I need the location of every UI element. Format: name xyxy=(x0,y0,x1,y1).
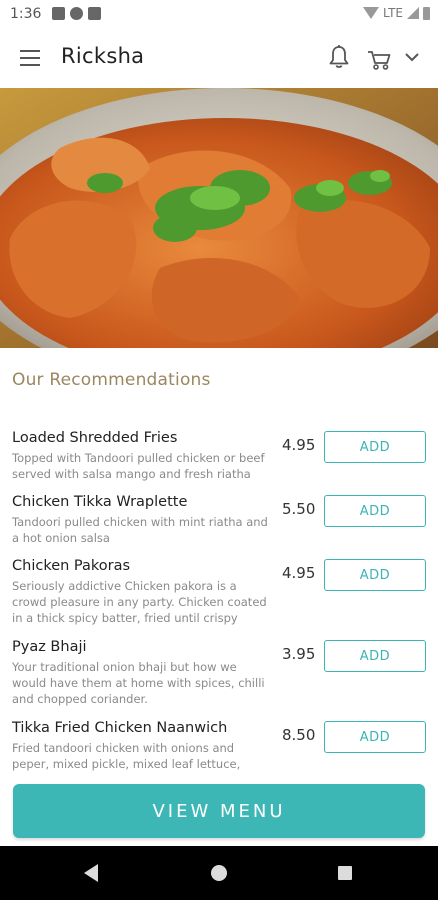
chevron-down-icon[interactable] xyxy=(404,50,420,64)
item-description: Seriously addictive Chicken pakora is a … xyxy=(12,579,267,625)
recommendations-list[interactable]: Loaded Shredded Fries Topped with Tandoo… xyxy=(0,428,438,776)
item-price: 3.95 xyxy=(282,645,316,663)
bell-icon[interactable] xyxy=(328,44,350,70)
system-nav-bar xyxy=(0,846,438,900)
signal-icon xyxy=(407,7,419,19)
add-button[interactable]: ADD xyxy=(324,495,426,527)
item-description: Fried tandoori chicken with onions and p… xyxy=(12,741,241,771)
add-button[interactable]: ADD xyxy=(324,640,426,672)
item-description: Topped with Tandoori pulled chicken or b… xyxy=(12,451,265,481)
gallery-notification-icon xyxy=(52,7,65,20)
sd-card-icon xyxy=(88,7,101,20)
app-bar: Ricksha xyxy=(0,30,438,88)
back-icon[interactable] xyxy=(84,864,98,882)
item-price: 4.95 xyxy=(282,436,316,454)
view-menu-button[interactable]: VIEW MENU xyxy=(13,784,425,838)
cart-icon[interactable] xyxy=(366,48,392,70)
item-description: Tandoori pulled chicken with mint riatha… xyxy=(12,515,268,545)
recents-icon[interactable] xyxy=(338,866,352,880)
section-title: Our Recommendations xyxy=(12,370,211,390)
item-price: 8.50 xyxy=(282,726,316,744)
app-title: Ricksha xyxy=(61,44,145,68)
item-price: 4.95 xyxy=(282,564,316,582)
item-price: 5.50 xyxy=(282,500,316,518)
status-bar: 1:36 LTE xyxy=(0,0,438,30)
hero-image xyxy=(0,88,438,348)
hamburger-icon[interactable] xyxy=(20,50,40,66)
item-description: Your traditional onion bhaji but how we … xyxy=(12,660,265,706)
app-notification-icon xyxy=(70,7,83,20)
add-button[interactable]: ADD xyxy=(324,431,426,463)
item-name: Chicken Pakoras xyxy=(12,558,131,574)
item-name: Tikka Fried Chicken Naanwich xyxy=(12,720,228,736)
home-icon[interactable] xyxy=(211,865,227,881)
item-name: Loaded Shredded Fries xyxy=(12,430,178,446)
system-status-icons: LTE xyxy=(363,6,430,20)
add-button[interactable]: ADD xyxy=(324,721,426,753)
curry-dish-image xyxy=(0,88,438,348)
network-type: LTE xyxy=(383,6,403,20)
item-name: Pyaz Bhaji xyxy=(12,639,87,655)
add-button[interactable]: ADD xyxy=(324,559,426,591)
item-name: Chicken Tikka Wraplette xyxy=(12,494,188,510)
wifi-icon xyxy=(363,7,380,19)
battery-icon xyxy=(423,6,430,20)
notification-icons xyxy=(52,7,101,20)
status-time: 1:36 xyxy=(10,6,42,22)
